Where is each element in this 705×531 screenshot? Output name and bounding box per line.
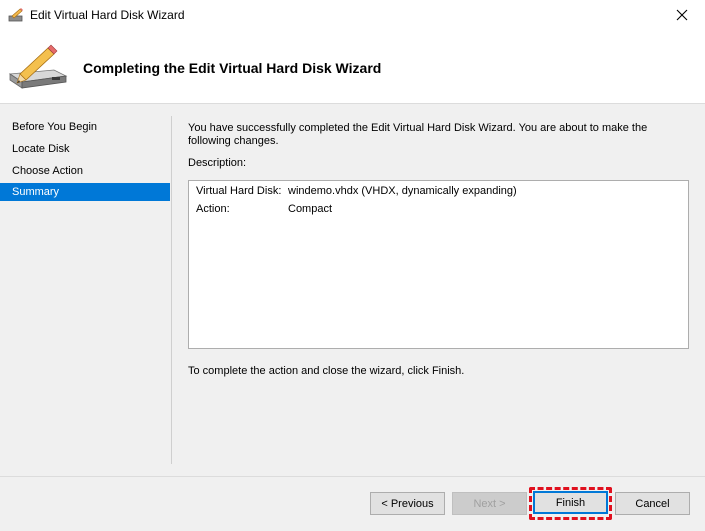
nav-item-before-you-begin[interactable]: Before You Begin [0,118,170,136]
summary-value: Compact [288,203,333,215]
finish-instruction: To complete the action and close the wiz… [188,365,465,377]
close-button[interactable] [659,0,705,30]
cancel-button[interactable]: Cancel [615,492,690,515]
summary-key: Virtual Hard Disk: [196,185,282,197]
nav-item-locate-disk[interactable]: Locate Disk [0,140,170,158]
close-icon [676,9,688,21]
edit-disk-icon [8,44,68,89]
completion-message: You have successfully completed the Edit… [188,122,648,147]
wizard-steps-nav: Before You Begin Locate Disk Choose Acti… [0,116,172,464]
footer-divider [0,476,705,477]
summary-value: windemo.vhdx (VHDX, dynamically expandin… [288,185,517,197]
previous-button[interactable]: < Previous [370,492,445,515]
page-heading: Completing the Edit Virtual Hard Disk Wi… [83,60,382,76]
summary-key: Action: [196,203,230,215]
title-bar: Edit Virtual Hard Disk Wizard [0,0,705,30]
window-title: Edit Virtual Hard Disk Wizard [30,8,185,22]
nav-item-summary[interactable]: Summary [0,183,170,201]
wizard-window: Edit Virtual Hard Disk Wizard Completing… [0,0,705,531]
summary-textbox[interactable]: Virtual Hard Disk: windemo.vhdx (VHDX, d… [188,180,689,349]
description-label: Description: [188,157,247,169]
wizard-app-icon [8,8,23,22]
nav-item-choose-action[interactable]: Choose Action [0,162,170,180]
finish-button[interactable]: Finish [533,491,608,514]
wizard-header: Completing the Edit Virtual Hard Disk Wi… [0,30,705,104]
next-button[interactable]: Next > [452,492,527,515]
